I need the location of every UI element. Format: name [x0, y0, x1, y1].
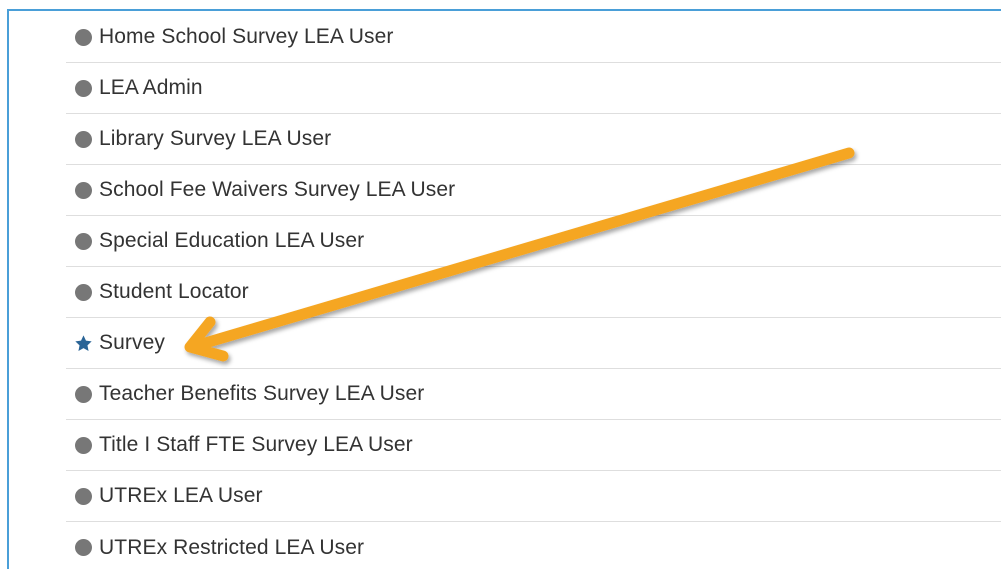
- role-item-student-locator[interactable]: Student Locator: [66, 267, 1001, 318]
- role-label: School Fee Waivers Survey LEA User: [99, 178, 456, 201]
- role-label: LEA Admin: [99, 76, 203, 99]
- role-item-home-school-survey-lea-user[interactable]: Home School Survey LEA User: [66, 12, 1001, 63]
- circle-icon: [74, 181, 93, 200]
- role-label: Student Locator: [99, 280, 249, 303]
- role-list: Home School Survey LEA User LEA Admin Li…: [66, 12, 1001, 573]
- circle-icon: [74, 436, 93, 455]
- role-item-utrex-lea-user[interactable]: UTREx LEA User: [66, 471, 1001, 522]
- role-item-teacher-benefits-survey-lea-user[interactable]: Teacher Benefits Survey LEA User: [66, 369, 1001, 420]
- circle-icon: [74, 487, 93, 506]
- circle-icon: [74, 79, 93, 98]
- role-item-survey[interactable]: Survey: [66, 318, 1001, 369]
- role-label: Title I Staff FTE Survey LEA User: [99, 433, 413, 456]
- role-item-lea-admin[interactable]: LEA Admin: [66, 63, 1001, 114]
- role-label: UTREx LEA User: [99, 484, 263, 507]
- circle-icon: [74, 130, 93, 149]
- circle-icon: [74, 283, 93, 302]
- circle-icon: [74, 28, 93, 47]
- role-item-title-i-staff-fte-survey-lea-user[interactable]: Title I Staff FTE Survey LEA User: [66, 420, 1001, 471]
- role-label: Survey: [99, 331, 165, 354]
- role-item-school-fee-waivers-survey-lea-user[interactable]: School Fee Waivers Survey LEA User: [66, 165, 1001, 216]
- role-item-utrex-restricted-lea-user[interactable]: UTREx Restricted LEA User: [66, 522, 1001, 573]
- circle-icon: [74, 385, 93, 404]
- role-label: Library Survey LEA User: [99, 127, 332, 150]
- role-label: Home School Survey LEA User: [99, 25, 394, 48]
- role-item-library-survey-lea-user[interactable]: Library Survey LEA User: [66, 114, 1001, 165]
- role-label: Teacher Benefits Survey LEA User: [99, 382, 425, 405]
- role-item-special-education-lea-user[interactable]: Special Education LEA User: [66, 216, 1001, 267]
- star-icon: [74, 334, 93, 353]
- role-label: UTREx Restricted LEA User: [99, 535, 365, 559]
- circle-icon: [74, 538, 93, 557]
- circle-icon: [74, 232, 93, 251]
- role-label: Special Education LEA User: [99, 229, 365, 252]
